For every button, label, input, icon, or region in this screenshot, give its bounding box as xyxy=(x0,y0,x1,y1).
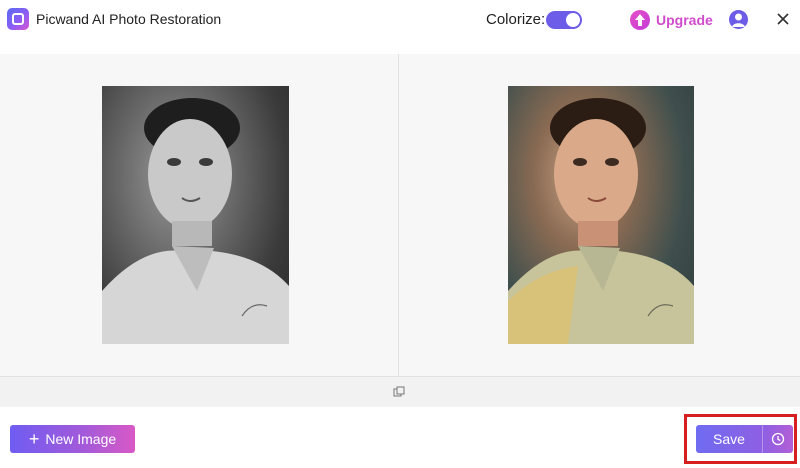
upgrade-arrow-icon xyxy=(630,10,650,30)
history-clock-icon[interactable] xyxy=(762,425,793,453)
upgrade-button[interactable]: Upgrade xyxy=(630,9,713,31)
new-image-label: New Image xyxy=(45,431,117,447)
upgrade-label: Upgrade xyxy=(656,12,713,28)
center-divider xyxy=(398,54,399,376)
compare-copy-icon[interactable] xyxy=(393,385,405,397)
app-title: Picwand AI Photo Restoration xyxy=(36,11,222,27)
user-account-icon[interactable] xyxy=(729,10,748,29)
new-image-button[interactable]: + New Image xyxy=(10,425,135,453)
save-label: Save xyxy=(713,431,745,447)
save-button[interactable]: Save xyxy=(696,425,793,453)
close-icon[interactable] xyxy=(774,10,792,28)
toggle-knob xyxy=(566,13,580,27)
restored-photo xyxy=(508,86,694,344)
colorize-label: Colorize: xyxy=(486,11,546,28)
comparison-workspace xyxy=(0,54,800,376)
title-bar: Picwand AI Photo Restoration Colorize: U… xyxy=(0,0,800,40)
footer-bar: + New Image Save xyxy=(0,407,800,468)
picwand-logo-icon xyxy=(7,8,29,30)
compare-strip xyxy=(0,376,800,407)
original-photo xyxy=(102,86,289,344)
plus-icon: + xyxy=(28,429,40,449)
colorize-toggle[interactable] xyxy=(546,11,582,29)
